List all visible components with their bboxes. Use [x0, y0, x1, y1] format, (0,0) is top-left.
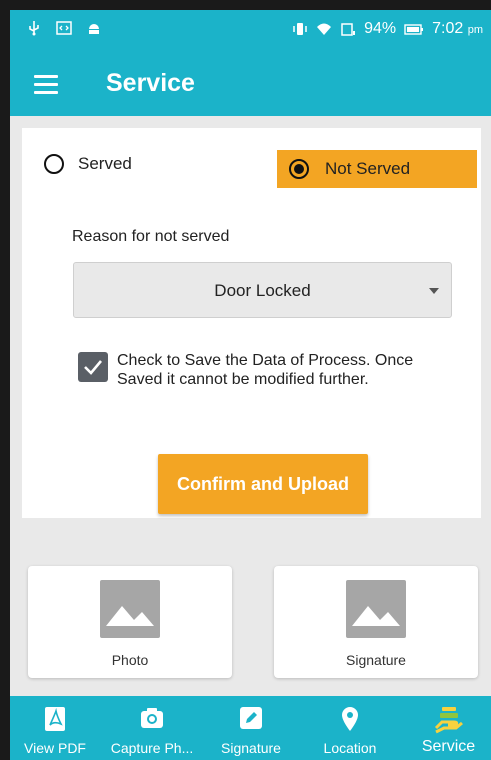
location-pin-icon [342, 707, 358, 731]
app-bar: Service [10, 54, 491, 116]
radio-served-label: Served [78, 154, 132, 173]
nav-view-pdf[interactable]: View PDF [10, 696, 100, 760]
battery-icon [404, 24, 424, 35]
status-bar: 94% 7:02 pm [10, 10, 491, 54]
clock: 7:02 pm [432, 20, 483, 37]
reason-label: Reason for not served [72, 228, 230, 245]
nav-service[interactable]: Service [406, 696, 491, 760]
service-form-card: Served Not Served Reason for not served … [22, 128, 481, 518]
nav-signature[interactable]: Signature [206, 696, 296, 760]
service-hand-icon [434, 707, 463, 734]
page-title: Service [106, 69, 195, 97]
checkmark-icon [84, 360, 102, 375]
pen-icon [240, 707, 262, 729]
camera-icon [141, 708, 163, 728]
usb-icon [29, 21, 39, 36]
chevron-down-icon[interactable] [429, 288, 439, 294]
nav-signature-label: Signature [221, 740, 281, 756]
signature-tile[interactable]: Signature [274, 566, 478, 678]
menu-icon[interactable] [34, 75, 58, 95]
radio-served-circle[interactable] [44, 154, 64, 174]
radio-not-served-label: Not Served [325, 159, 411, 178]
vibrate-icon [293, 23, 307, 35]
code-icon [56, 21, 72, 35]
app-frame: 94% 7:02 pm Service Served Not Served Re… [10, 10, 491, 760]
reason-dropdown-value: Door Locked [214, 281, 311, 300]
nav-view-pdf-label: View PDF [24, 740, 86, 756]
battery-percent: 94% [364, 20, 397, 37]
served-radio-group: Served Not Served [22, 150, 481, 190]
reason-dropdown[interactable]: Door Locked [73, 262, 452, 318]
nav-location[interactable]: Location [306, 696, 394, 760]
pdf-icon [45, 707, 65, 731]
nav-location-label: Location [323, 740, 377, 756]
image-placeholder-icon [100, 580, 160, 638]
signature-tile-label: Signature [346, 652, 406, 668]
confirm-upload-button[interactable]: Confirm and Upload [158, 454, 368, 514]
photo-tile-label: Photo [111, 652, 149, 668]
nav-capture-photo[interactable]: Capture Ph... [98, 696, 206, 760]
bottom-nav: View PDF Capture Ph... Signature Locatio… [10, 696, 491, 760]
android-icon [89, 24, 99, 34]
save-data-checkbox-label: Check to Save the Data of Process. Once … [117, 352, 414, 388]
nav-capture-photo-label: Capture Ph... [110, 740, 194, 756]
signal-icon [341, 23, 356, 36]
wifi-icon [317, 23, 332, 35]
radio-served[interactable]: Served [44, 154, 132, 174]
image-placeholder-icon [346, 580, 406, 638]
nav-service-label: Service [421, 738, 476, 755]
radio-not-served-circle[interactable] [289, 159, 309, 179]
save-data-checkbox[interactable] [78, 352, 108, 382]
photo-tile[interactable]: Photo [28, 566, 232, 678]
radio-not-served[interactable]: Not Served [277, 150, 477, 188]
